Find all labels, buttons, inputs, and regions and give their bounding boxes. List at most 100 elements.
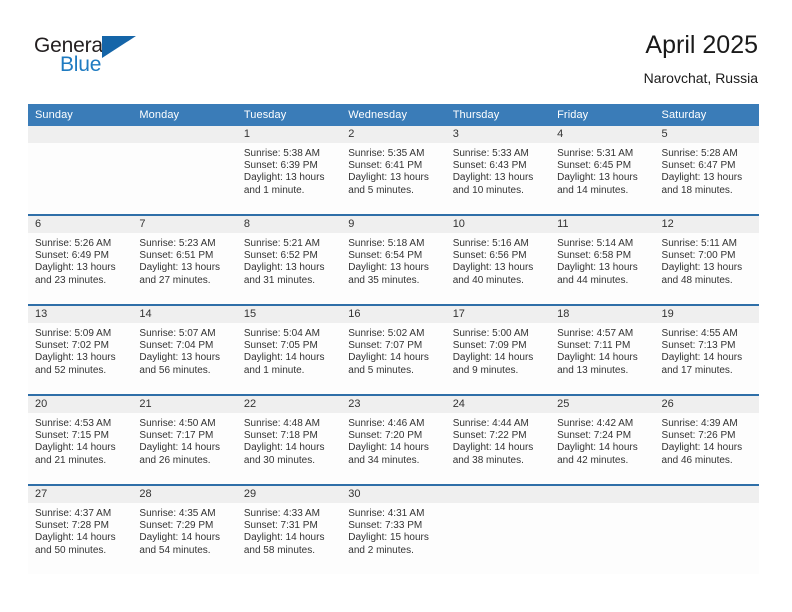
- calendar-day-cell[interactable]: 10 Sunrise: 5:16 AM Sunset: 6:56 PM Dayligh…: [445, 214, 551, 305]
- day-details: Sunrise: 4:46 AM Sunset: 7:20 PM Daylight:…: [341, 413, 445, 467]
- day-number: 8: [236, 216, 342, 233]
- sunrise-text: Sunrise: 5:33 AM: [452, 148, 529, 159]
- sunset-text: Sunset: 6:41 PM: [348, 160, 423, 172]
- calendar-day-cell[interactable]: 20 Sunrise: 4:53 AM Sunset: 7:15 PM Dayligh…: [28, 394, 133, 485]
- calendar-day-cell[interactable]: 15 Sunrise: 5:04 AM Sunset: 7:05 PM Dayligh…: [236, 304, 342, 395]
- sunset-text: Sunset: 6:45 PM: [557, 160, 632, 172]
- page-title: April 2025: [645, 31, 758, 59]
- sunrise-text: Sunrise: 5:21 AM: [243, 238, 320, 249]
- day-details: Sunrise: 5:38 AM Sunset: 6:39 PM Daylight:…: [237, 143, 341, 197]
- daylight-text-line1: Daylight: 14 hours: [557, 352, 638, 364]
- weekday-header-friday: Friday: [550, 104, 655, 126]
- sunrise-text: Sunrise: 5:11 AM: [661, 238, 737, 249]
- sunrise-text: Sunrise: 5:07 AM: [139, 328, 216, 339]
- general-blue-logo[interactable]: General Blue: [34, 34, 164, 84]
- daylight-text-line1: Daylight: 14 hours: [243, 352, 325, 364]
- calendar-day-cell[interactable]: 18 Sunrise: 4:57 AM Sunset: 7:11 PM Dayligh…: [550, 304, 655, 395]
- calendar-day-cell[interactable]: 21 Sunrise: 4:50 AM Sunset: 7:17 PM Dayligh…: [132, 394, 237, 485]
- daylight-text-line1: Daylight: 13 hours: [139, 262, 221, 274]
- sunset-text: Sunset: 7:15 PM: [35, 430, 109, 442]
- daylight-text-line1: Daylight: 13 hours: [243, 262, 325, 274]
- sunrise-text: Sunrise: 4:50 AM: [139, 418, 216, 429]
- day-details: Sunrise: 5:02 AM Sunset: 7:07 PM Daylight:…: [341, 323, 445, 377]
- sunset-text: Sunset: 6:51 PM: [139, 250, 214, 262]
- daylight-text-line2: and 34 minutes.: [348, 454, 420, 466]
- calendar-day-cell-empty: [28, 126, 133, 215]
- day-number: 3: [445, 126, 551, 143]
- sunset-text: Sunset: 6:58 PM: [557, 250, 632, 262]
- day-number: 19: [654, 306, 759, 323]
- calendar-day-cell[interactable]: 13 Sunrise: 5:09 AM Sunset: 7:02 PM Dayligh…: [28, 304, 133, 395]
- calendar-day-cell[interactable]: 23 Sunrise: 4:46 AM Sunset: 7:20 PM Dayligh…: [341, 394, 446, 485]
- daylight-text-line1: Daylight: 13 hours: [243, 172, 325, 184]
- daylight-text-line1: Daylight: 14 hours: [452, 352, 534, 364]
- calendar-day-cell[interactable]: 7 Sunrise: 5:23 AM Sunset: 6:51 PM Daylight…: [132, 214, 237, 305]
- sunset-text: Sunset: 7:07 PM: [348, 340, 423, 352]
- day-details: Sunrise: 5:28 AM Sunset: 6:47 PM Daylight:…: [655, 143, 759, 197]
- calendar-day-cell[interactable]: 8 Sunrise: 5:21 AM Sunset: 6:52 PM Daylight…: [236, 214, 342, 305]
- daylight-text-line2: and 54 minutes.: [139, 544, 211, 556]
- calendar-day-cell[interactable]: 2 Sunrise: 5:35 AM Sunset: 6:41 PM Daylight…: [341, 126, 446, 215]
- day-number: [654, 486, 759, 503]
- weekday-header-wednesday: Wednesday: [341, 104, 446, 126]
- calendar-day-cell[interactable]: 14 Sunrise: 5:07 AM Sunset: 7:04 PM Dayligh…: [132, 304, 237, 395]
- day-details: Sunrise: 4:44 AM Sunset: 7:22 PM Daylight:…: [446, 413, 550, 467]
- sunset-text: Sunset: 6:49 PM: [35, 250, 109, 262]
- calendar-day-cell[interactable]: 4 Sunrise: 5:31 AM Sunset: 6:45 PM Daylight…: [550, 126, 655, 215]
- page-header: General Blue April 2025 Narovchat, Russi…: [34, 30, 758, 92]
- day-number: 9: [341, 216, 446, 233]
- daylight-text-line2: and 23 minutes.: [35, 274, 107, 286]
- sunset-text: Sunset: 7:29 PM: [139, 520, 214, 532]
- sunset-text: Sunset: 7:20 PM: [348, 430, 423, 442]
- day-details: Sunrise: 5:18 AM Sunset: 6:54 PM Daylight:…: [341, 233, 445, 287]
- calendar-day-cell[interactable]: 28 Sunrise: 4:35 AM Sunset: 7:29 PM Dayligh…: [132, 484, 237, 574]
- daylight-text-line2: and 38 minutes.: [452, 454, 524, 466]
- daylight-text-line1: Daylight: 14 hours: [139, 532, 221, 544]
- daylight-text-line2: and 14 minutes.: [557, 184, 629, 196]
- day-details: Sunrise: 4:33 AM Sunset: 7:31 PM Daylight:…: [237, 503, 341, 557]
- sunset-text: Sunset: 7:22 PM: [452, 430, 527, 442]
- calendar-day-cell[interactable]: 25 Sunrise: 4:42 AM Sunset: 7:24 PM Dayligh…: [550, 394, 655, 485]
- calendar-day-cell[interactable]: 12 Sunrise: 5:11 AM Sunset: 7:00 PM Dayligh…: [654, 214, 759, 305]
- day-number: 27: [28, 486, 133, 503]
- day-number: 14: [132, 306, 237, 323]
- day-details: Sunrise: 5:04 AM Sunset: 7:05 PM Daylight:…: [237, 323, 341, 377]
- sunrise-text: Sunrise: 5:35 AM: [348, 148, 425, 159]
- sunrise-text: Sunrise: 4:53 AM: [35, 418, 112, 429]
- calendar-day-cell[interactable]: 6 Sunrise: 5:26 AM Sunset: 6:49 PM Daylight…: [28, 214, 133, 305]
- calendar-day-cell[interactable]: 17 Sunrise: 5:00 AM Sunset: 7:09 PM Dayligh…: [445, 304, 551, 395]
- day-number: [132, 126, 237, 143]
- daylight-text-line2: and 50 minutes.: [35, 544, 107, 556]
- sunrise-text: Sunrise: 5:02 AM: [348, 328, 425, 339]
- calendar-day-cell[interactable]: 27 Sunrise: 4:37 AM Sunset: 7:28 PM Dayligh…: [28, 484, 133, 574]
- day-number: 23: [341, 396, 446, 413]
- calendar-day-cell[interactable]: 22 Sunrise: 4:48 AM Sunset: 7:18 PM Dayligh…: [236, 394, 342, 485]
- daylight-text-line2: and 27 minutes.: [139, 274, 211, 286]
- day-details: Sunrise: 5:07 AM Sunset: 7:04 PM Daylight:…: [132, 323, 236, 377]
- calendar-day-cell[interactable]: 5 Sunrise: 5:28 AM Sunset: 6:47 PM Daylight…: [654, 126, 759, 215]
- calendar-day-cell[interactable]: 30 Sunrise: 4:31 AM Sunset: 7:33 PM Dayligh…: [341, 484, 446, 574]
- daylight-text-line2: and 1 minute.: [243, 184, 305, 196]
- daylight-text-line2: and 1 minute.: [243, 364, 305, 376]
- calendar-day-cell[interactable]: 26 Sunrise: 4:39 AM Sunset: 7:26 PM Dayligh…: [654, 394, 759, 485]
- calendar-day-cell[interactable]: 9 Sunrise: 5:18 AM Sunset: 6:54 PM Daylight…: [341, 214, 446, 305]
- calendar-week-row: 1 Sunrise: 5:38 AM Sunset: 6:39 PM Daylight…: [28, 126, 759, 215]
- daylight-text-line1: Daylight: 13 hours: [452, 262, 534, 274]
- weekday-header-sunday: Sunday: [28, 104, 133, 126]
- calendar-day-cell[interactable]: 29 Sunrise: 4:33 AM Sunset: 7:31 PM Dayligh…: [236, 484, 342, 574]
- calendar-day-cell[interactable]: 16 Sunrise: 5:02 AM Sunset: 7:07 PM Dayligh…: [341, 304, 446, 395]
- daylight-text-line1: Daylight: 13 hours: [452, 172, 534, 184]
- calendar-day-cell[interactable]: 3 Sunrise: 5:33 AM Sunset: 6:43 PM Daylight…: [445, 126, 551, 215]
- calendar-day-cell[interactable]: 11 Sunrise: 5:14 AM Sunset: 6:58 PM Dayligh…: [550, 214, 655, 305]
- calendar-day-cell[interactable]: 24 Sunrise: 4:44 AM Sunset: 7:22 PM Dayligh…: [445, 394, 551, 485]
- day-number: [28, 126, 133, 143]
- daylight-text-line1: Daylight: 15 hours: [348, 532, 429, 544]
- sunset-text: Sunset: 7:28 PM: [35, 520, 109, 532]
- sunset-text: Sunset: 7:09 PM: [452, 340, 527, 352]
- calendar-day-cell[interactable]: 1 Sunrise: 5:38 AM Sunset: 6:39 PM Daylight…: [236, 126, 342, 215]
- calendar-day-cell[interactable]: 19 Sunrise: 4:55 AM Sunset: 7:13 PM Dayligh…: [654, 304, 759, 395]
- sunrise-text: Sunrise: 4:57 AM: [557, 328, 634, 339]
- daylight-text-line1: Daylight: 14 hours: [243, 532, 325, 544]
- day-details: Sunrise: 5:26 AM Sunset: 6:49 PM Daylight:…: [28, 233, 132, 287]
- weekday-header-saturday: Saturday: [654, 104, 759, 126]
